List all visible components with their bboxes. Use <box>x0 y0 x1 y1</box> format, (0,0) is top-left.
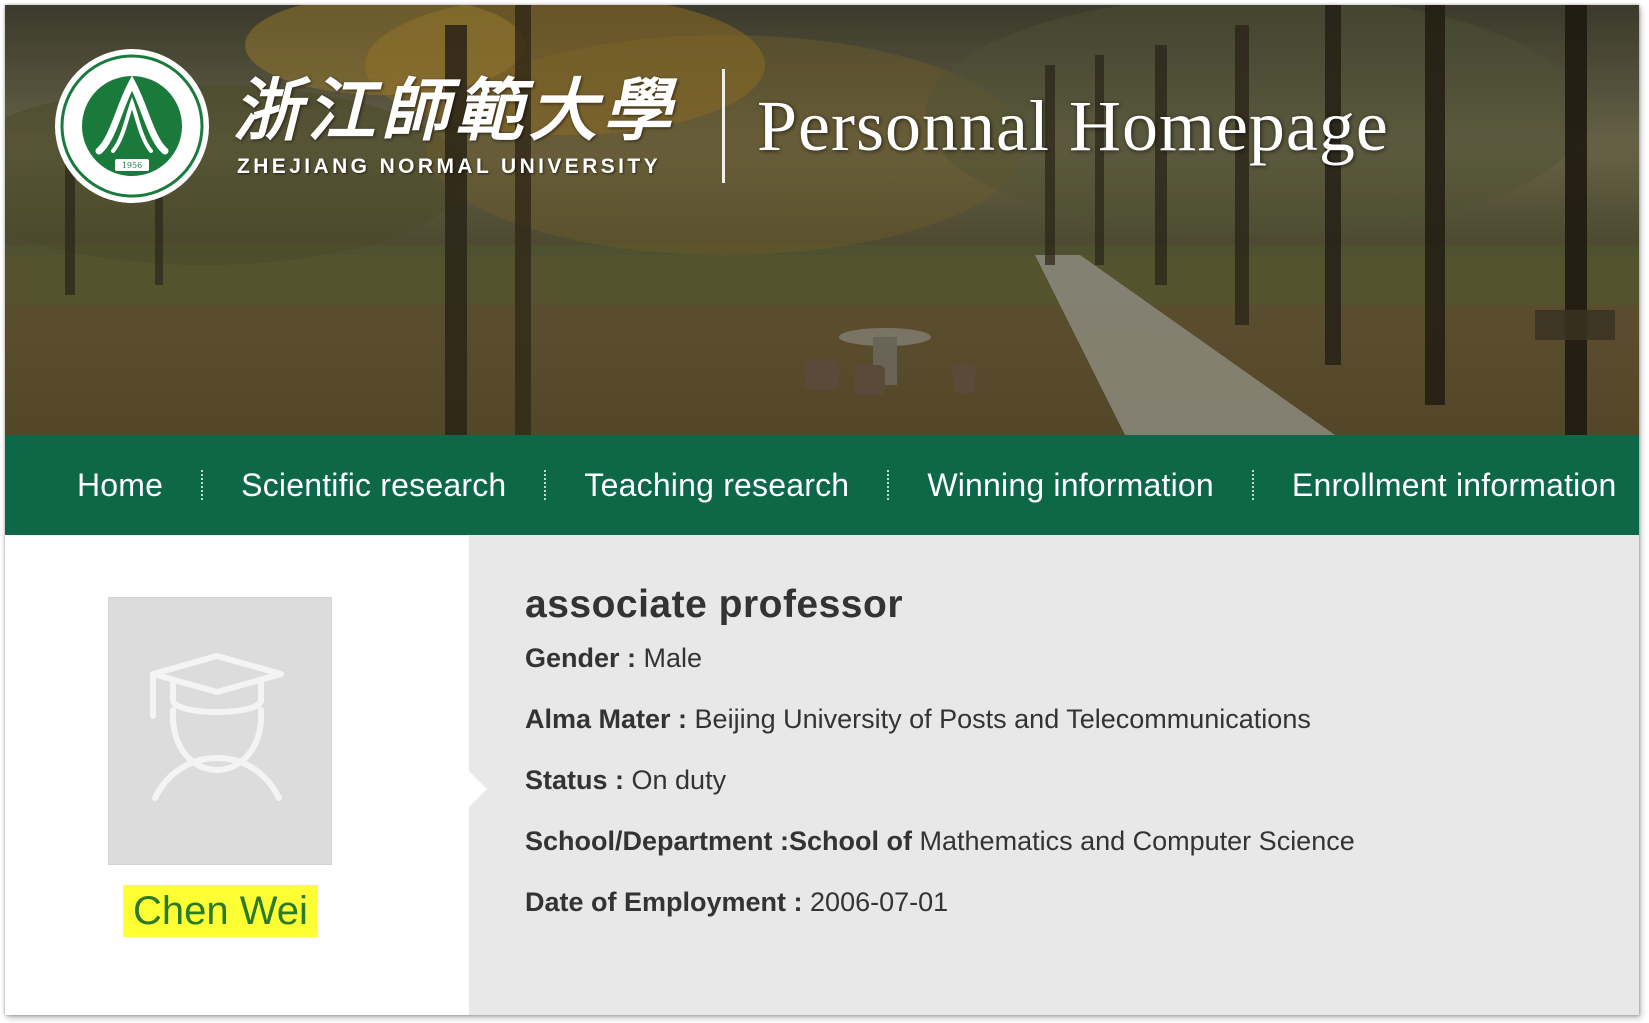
person-name: Chen Wei <box>123 885 318 937</box>
university-logo-icon[interactable]: 1956 <box>53 47 211 205</box>
svg-text:1956: 1956 <box>122 161 142 170</box>
university-name-chinese: 浙江師範大學 <box>233 71 678 151</box>
status-value: On duty <box>631 765 727 795</box>
alma-mater-row: Alma Mater : Beijing University of Posts… <box>525 704 1311 735</box>
gender-label: Gender : <box>525 643 644 673</box>
nav-item-scientific-research[interactable]: Scientific research <box>241 467 506 504</box>
nav-item-teaching-research[interactable]: Teaching research <box>584 467 849 504</box>
graduate-avatar-icon <box>150 653 284 801</box>
main-nav: Home Scientific research Teaching resear… <box>5 435 1639 535</box>
nav-item-home[interactable]: Home <box>77 467 163 504</box>
school-department-label: School/Department :School of <box>525 826 920 856</box>
page-frame: 1956 浙江師範大學 ZHEJIANG NORMAL UNIVERSITY P… <box>5 5 1639 1015</box>
nav-separator <box>887 470 890 500</box>
nav-item-winning-information[interactable]: Winning information <box>927 467 1214 504</box>
profile-info-panel: associate professor Gender : Male Alma M… <box>469 535 1639 1015</box>
job-title: associate professor <box>525 583 904 626</box>
employment-date-label: Date of Employment : <box>525 887 811 917</box>
profile-card: Chen Wei <box>5 535 469 1015</box>
nav-item-enrollment-information[interactable]: Enrollment information <box>1292 467 1617 504</box>
employment-date-row: Date of Employment : 2006-07-01 <box>525 887 948 918</box>
gender-value: Male <box>643 643 703 673</box>
panel-pointer-arrow <box>469 771 487 807</box>
school-department-row: School/Department :School of Mathematics… <box>525 826 1355 857</box>
banner-divider <box>722 69 725 183</box>
alma-mater-label: Alma Mater : <box>525 704 695 734</box>
nav-separator <box>544 470 547 500</box>
status-row: Status : On duty <box>525 765 726 796</box>
nav-separator <box>201 470 204 500</box>
employment-date-value: 2006-07-01 <box>810 887 949 917</box>
homepage-title: Personnal Homepage <box>757 86 1389 166</box>
school-department-value: Mathematics and Computer Science <box>919 826 1355 856</box>
avatar <box>108 597 332 865</box>
gender-row: Gender : Male <box>525 643 702 674</box>
nav-separator <box>1251 470 1254 500</box>
university-name-english: ZHEJIANG NORMAL UNIVERSITY <box>237 155 662 178</box>
alma-mater-value: Beijing University of Posts and Telecomm… <box>694 704 1311 734</box>
status-label: Status : <box>525 765 632 795</box>
header-banner: 1956 浙江師範大學 ZHEJIANG NORMAL UNIVERSITY P… <box>5 5 1639 435</box>
